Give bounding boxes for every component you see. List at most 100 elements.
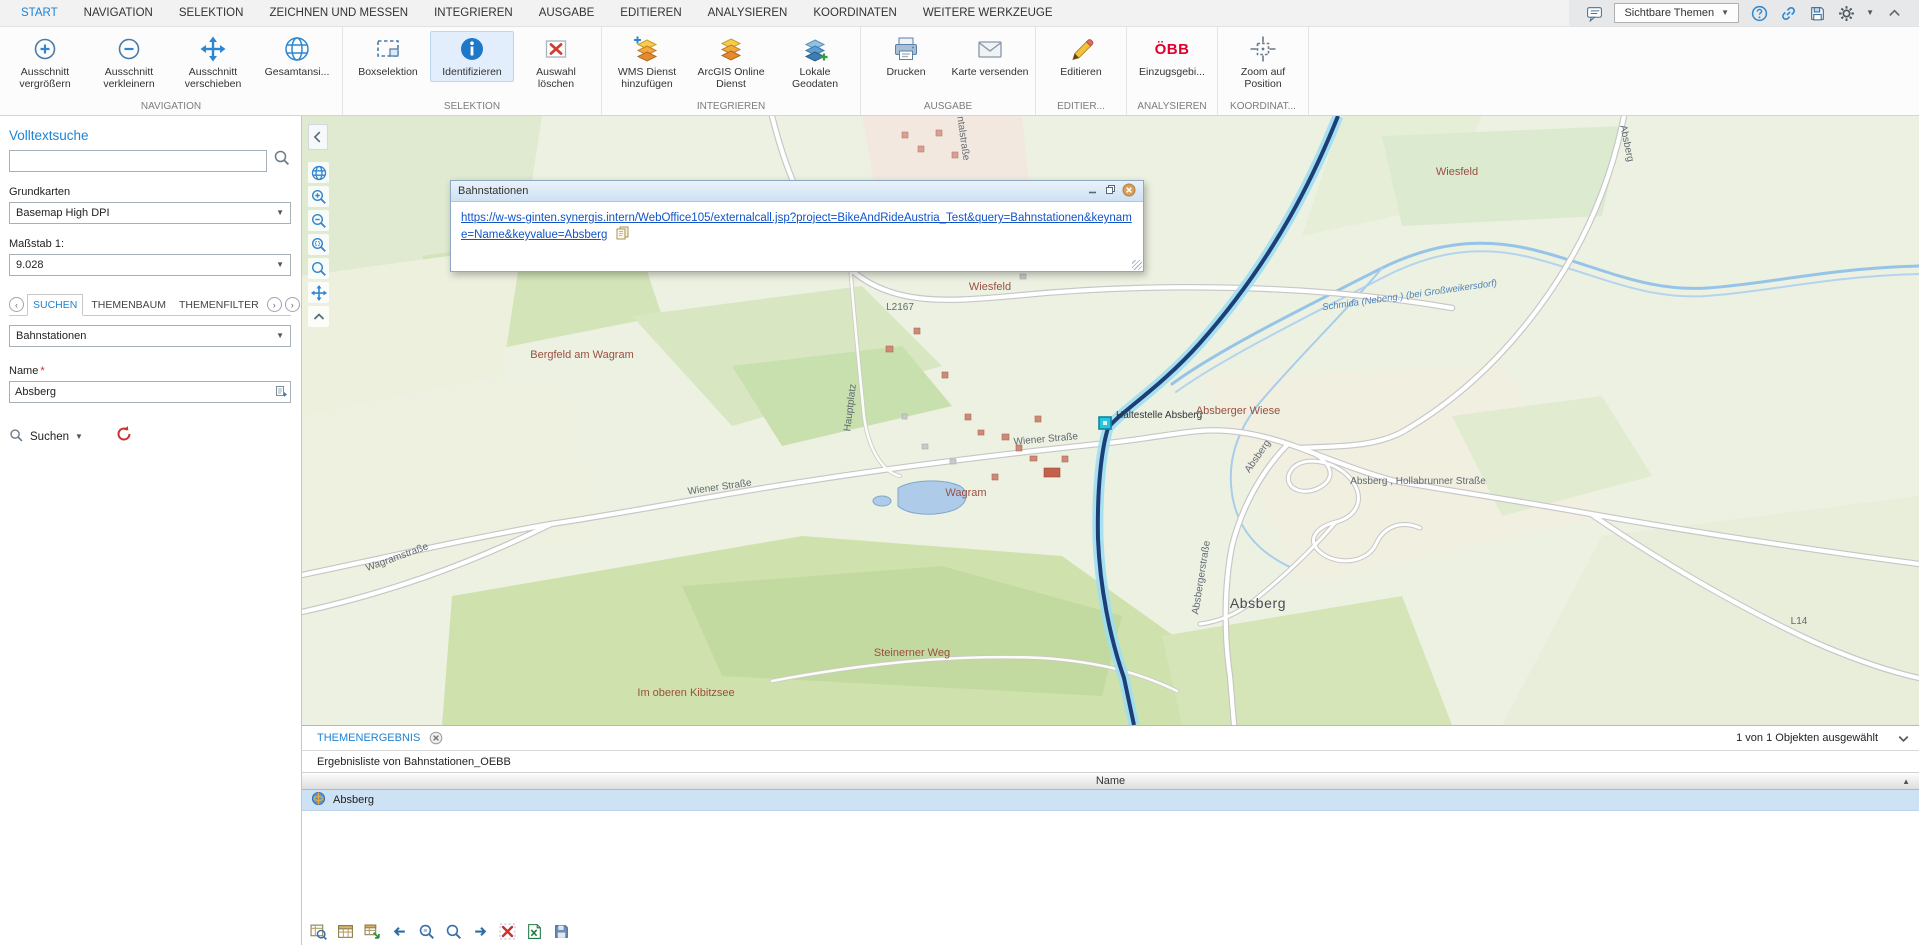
restore-window-icon[interactable]	[1104, 183, 1117, 199]
ribbon-item-einzugsgebiet[interactable]: ÖBB Einzugsgebi...	[1130, 31, 1214, 82]
sort-ascending-icon[interactable]: ▲	[1902, 777, 1910, 786]
tab-themenfilter[interactable]: THEMENFILTER	[174, 295, 264, 315]
ribbon-item-label: Ausschnitt vergrößern	[6, 66, 84, 90]
ribbon-item-ausschnitt-vergroessern[interactable]: Ausschnitt vergrößern	[3, 31, 87, 94]
tab-scroll-left-icon[interactable]: ‹	[9, 297, 24, 312]
collapse-results-icon[interactable]	[1896, 731, 1911, 746]
link-icon[interactable]	[1779, 4, 1797, 22]
save-result-icon[interactable]	[552, 923, 570, 941]
collapse-sidebar-button[interactable]	[308, 124, 328, 150]
copy-link-icon[interactable]	[615, 226, 630, 245]
collapse-toolbar-icon[interactable]	[308, 306, 329, 327]
zoom-previous-icon[interactable]	[308, 258, 329, 279]
chevron-down-icon: ▼	[276, 332, 284, 340]
query-theme-select[interactable]: Bahnstationen ▼	[9, 325, 291, 347]
menu-tab-selektion[interactable]: SELEKTION	[166, 0, 257, 26]
map-label: L14	[1791, 616, 1808, 627]
name-field-label: Name*	[9, 365, 291, 377]
tab-suchen[interactable]: SUCHEN	[27, 294, 83, 316]
ribbon-item-ausschnitt-verschieben[interactable]: Ausschnitt verschieben	[171, 31, 255, 94]
fulltext-search-link[interactable]: Volltextsuche	[9, 128, 291, 143]
help-icon[interactable]	[1750, 4, 1768, 22]
ribbon-item-drucken[interactable]: Drucken	[864, 31, 948, 82]
search-icon[interactable]	[273, 149, 291, 172]
pan-arrows-icon	[199, 35, 227, 63]
ribbon-group-items: Zoom auf Position	[1221, 31, 1305, 97]
visible-themes-button[interactable]: Sichtbare Themen ▼	[1614, 3, 1739, 23]
menu-tab-koordinaten[interactable]: KOORDINATEN	[800, 0, 910, 26]
ribbon-item-gesamtansicht[interactable]: Gesamtansi...	[255, 31, 339, 82]
table-icon[interactable]	[336, 923, 354, 941]
menu-tab-zeichnen-messen[interactable]: ZEICHNEN UND MESSEN	[256, 0, 421, 26]
ribbon-item-identifizieren[interactable]: Identifizieren	[430, 31, 514, 82]
notes-bubble-icon[interactable]	[1585, 4, 1603, 22]
export-table-icon[interactable]	[363, 923, 381, 941]
ribbon-item-label: Ausschnitt verkleinern	[90, 66, 168, 90]
ribbon-item-auswahl-loeschen[interactable]: Auswahl löschen	[514, 31, 598, 94]
overview-globe-icon[interactable]	[308, 162, 329, 183]
ribbon-item-arcgis-online[interactable]: ArcGIS Online Dienst	[689, 31, 773, 94]
ribbon-item-ausschnitt-verkleinern[interactable]: Ausschnitt verkleinern	[87, 31, 171, 94]
menu-tab-integrieren[interactable]: INTEGRIEREN	[421, 0, 526, 26]
tab-themenergebnis[interactable]: THEMENERGEBNIS	[317, 732, 420, 744]
ribbon-item-boxselektion[interactable]: Boxselektion	[346, 31, 430, 82]
remove-result-icon[interactable]	[498, 923, 516, 941]
sidebar-tabstrip: ‹ SUCHEN THEMENBAUM THEMENFILTER › ›	[9, 294, 291, 316]
menu-tab-navigation[interactable]: NAVIGATION	[71, 0, 166, 26]
menu-tab-analysieren[interactable]: ANALYSIEREN	[695, 0, 801, 26]
chevron-down-icon: ▼	[276, 261, 284, 269]
ribbon-item-zoom-auf-position[interactable]: Zoom auf Position	[1221, 31, 1305, 94]
tab-scroll-right-icon[interactable]: ›	[267, 297, 282, 312]
ribbon-group-selektion: Boxselektion Identifizieren Auswahl lösc…	[343, 27, 602, 115]
tab-overflow-icon[interactable]: ›	[285, 297, 300, 312]
settings-chevron-down-icon[interactable]: ▼	[1866, 9, 1874, 17]
box-selection-icon	[374, 35, 402, 63]
suchen-button[interactable]: Suchen ▼	[9, 428, 83, 446]
scale-select[interactable]: 9.028 ▼	[9, 254, 291, 276]
export-excel-icon[interactable]	[525, 923, 543, 941]
save-icon[interactable]	[1808, 4, 1826, 22]
ribbon-item-lokale-geodaten[interactable]: Lokale Geodaten	[773, 31, 857, 94]
zoom-box-icon[interactable]	[308, 234, 329, 255]
zoom-selected-icon[interactable]	[417, 923, 435, 941]
zoom-in-icon[interactable]	[308, 186, 329, 207]
zoom-to-result-icon[interactable]	[309, 923, 327, 941]
basemap-select[interactable]: Basemap High DPI ▼	[9, 202, 291, 224]
ribbon-item-karte-versenden[interactable]: Karte versenden	[948, 31, 1032, 82]
ribbon-group-editieren: Editieren EDITIER...	[1036, 27, 1127, 115]
search-sidebar: Volltextsuche Grundkarten Basemap High D…	[0, 116, 302, 945]
name-input[interactable]	[9, 381, 291, 403]
value-picker-icon[interactable]	[275, 385, 288, 403]
pan-icon[interactable]	[308, 282, 329, 303]
close-icon[interactable]	[1122, 183, 1136, 200]
close-results-icon[interactable]	[429, 731, 443, 745]
menu-tab-start[interactable]: START	[8, 0, 71, 26]
scale-value: 9.028	[16, 259, 44, 271]
result-row-selected[interactable]: Absberg	[302, 790, 1919, 811]
zoom-all-icon[interactable]	[444, 923, 462, 941]
dialog-titlebar[interactable]: Bahnstationen	[451, 181, 1143, 202]
ribbon-item-wms-dienst[interactable]: WMS Dienst hinzufügen	[605, 31, 689, 94]
menu-tab-ausgabe[interactable]: AUSGABE	[526, 0, 608, 26]
menu-tab-editieren[interactable]: EDITIEREN	[607, 0, 694, 26]
reset-search-icon[interactable]	[115, 425, 133, 448]
minimize-icon[interactable]	[1086, 183, 1099, 199]
results-column-header[interactable]: Name ▲	[302, 772, 1919, 790]
next-result-icon[interactable]	[471, 923, 489, 941]
fulltext-search-input[interactable]	[9, 150, 267, 172]
collapse-ribbon-icon[interactable]	[1885, 4, 1903, 22]
previous-result-icon[interactable]	[390, 923, 408, 941]
ribbon-item-editieren[interactable]: Editieren	[1039, 31, 1123, 82]
external-call-link[interactable]: https://w-ws-ginten.synergis.intern/WebO…	[461, 212, 1132, 241]
menu-tab-weitere-werkzeuge[interactable]: WEITERE WERKZEUGE	[910, 0, 1066, 26]
tab-themenbaum[interactable]: THEMENBAUM	[86, 295, 171, 315]
resize-grip[interactable]	[1132, 260, 1142, 270]
selected-station-marker[interactable]	[1099, 417, 1111, 429]
ribbon-group-label: AUSGABE	[864, 97, 1032, 115]
zoom-out-icon[interactable]	[308, 210, 329, 231]
ribbon-group-items: Editieren	[1039, 31, 1123, 97]
settings-gear-icon[interactable]	[1837, 4, 1855, 22]
ribbon-group-items: Boxselektion Identifizieren Auswahl lösc…	[346, 31, 598, 97]
globe-icon	[283, 35, 311, 63]
map-toolbar	[308, 162, 329, 327]
